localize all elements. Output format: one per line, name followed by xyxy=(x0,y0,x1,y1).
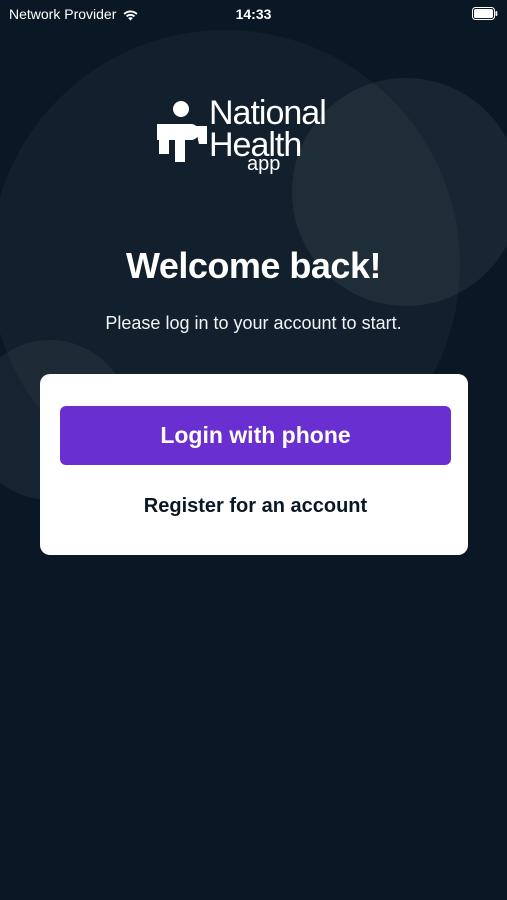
page-title: Welcome back! xyxy=(126,245,381,286)
login-card: Login with phone Register for an account xyxy=(40,374,468,555)
status-bar: Network Provider 14:33 xyxy=(0,0,507,28)
logo-line-app: app xyxy=(247,153,281,175)
national-health-logo: National Health app xyxy=(155,96,355,188)
logo-wordmark: National Health xyxy=(209,96,355,162)
national-health-mark-icon xyxy=(157,101,207,162)
status-time: 14:33 xyxy=(235,6,272,22)
logo-line-health: Health xyxy=(209,126,302,164)
logo-line-national: National xyxy=(209,94,327,132)
login-with-phone-button[interactable]: Login with phone xyxy=(60,406,451,465)
register-account-button[interactable]: Register for an account xyxy=(60,486,451,526)
battery-icon xyxy=(472,7,498,20)
welcome-screen: Network Provider 14:33 National Health a… xyxy=(0,0,507,900)
page-subtitle: Please log in to your account to start. xyxy=(105,313,402,333)
